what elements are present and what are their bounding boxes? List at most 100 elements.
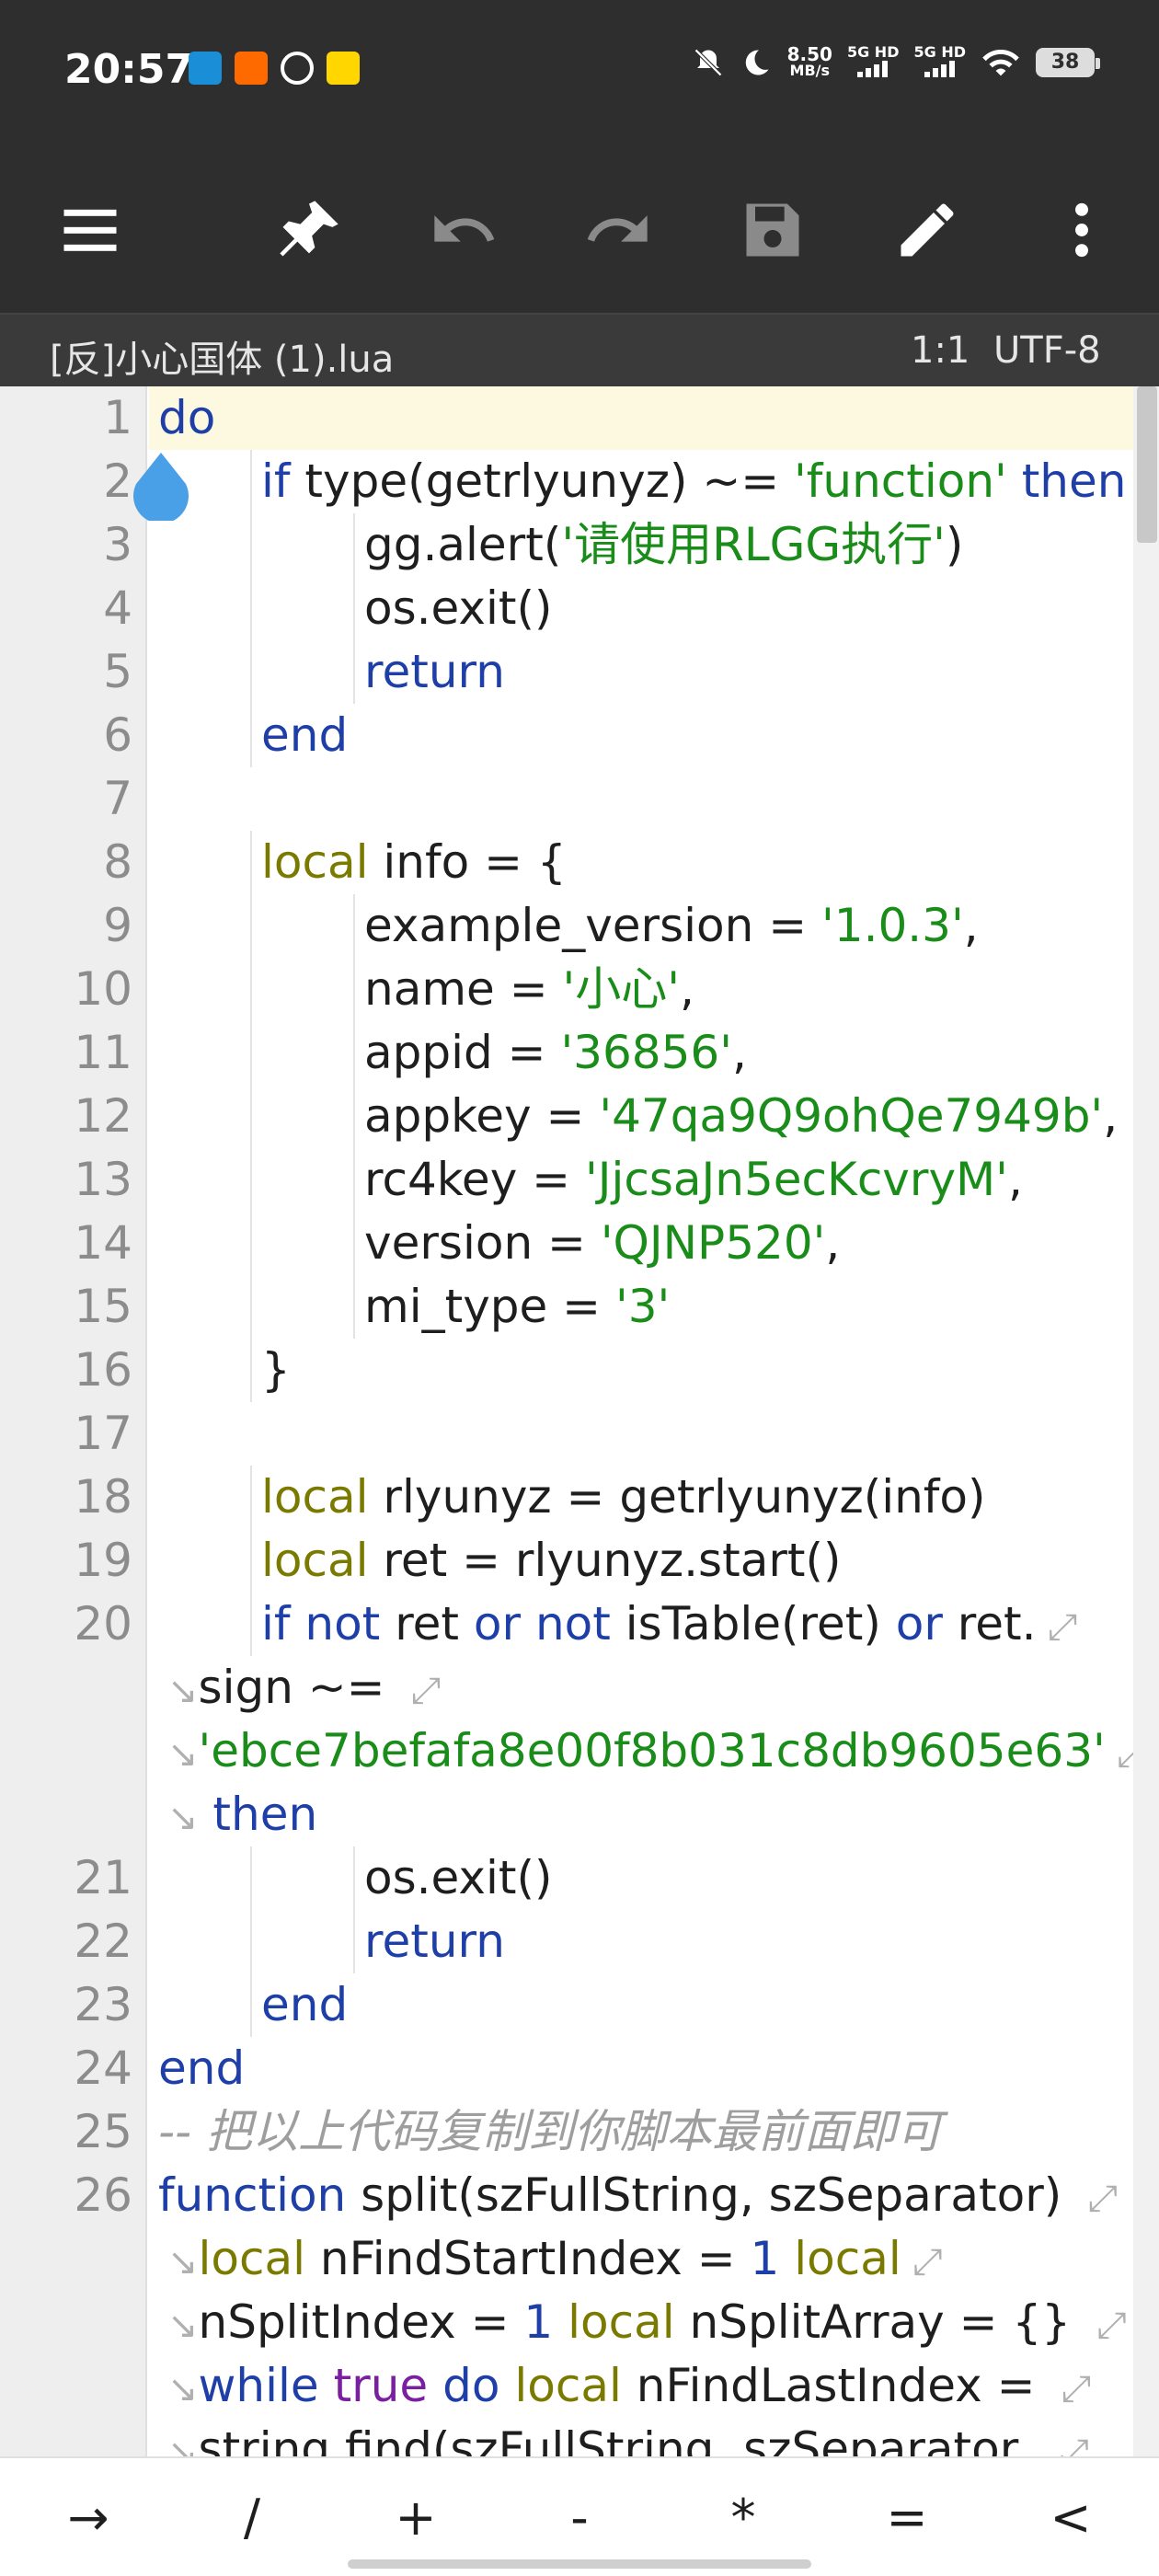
code-token: } — [261, 1343, 291, 1397]
symbol-key[interactable]: < — [1016, 2477, 1126, 2559]
code-token: rc4key = — [364, 1153, 585, 1206]
code-line[interactable]: 8 local info = { — [0, 831, 1159, 894]
app-notification-icon — [327, 52, 360, 85]
editor-toolbar — [0, 147, 1159, 313]
code-line[interactable]: 11 appid = '36856', — [0, 1021, 1159, 1085]
code-token: nSplitArray = {} — [674, 2295, 1085, 2349]
symbol-key[interactable]: → — [33, 2477, 143, 2559]
symbol-key[interactable]: = — [852, 2477, 962, 2559]
clock: 20:57 — [64, 46, 194, 93]
code-text: local ret = rlyunyz.start() — [261, 1529, 842, 1593]
code-token: appkey = — [364, 1089, 600, 1143]
cursor-handle-icon[interactable] — [129, 447, 193, 521]
code-line[interactable]: 24 end — [0, 2037, 1159, 2100]
code-line[interactable]: 1 do — [0, 386, 1159, 450]
line-number: 23 — [74, 1978, 132, 2031]
more-options-button[interactable] — [1036, 184, 1128, 276]
code-token: 1 — [523, 2295, 554, 2349]
code-token: , — [679, 962, 694, 1016]
code-line[interactable]: ↘nSplitIndex = 1 local nSplitArray = {} … — [0, 2291, 1159, 2354]
mute-icon — [694, 48, 722, 77]
indent-guide — [250, 894, 252, 958]
code-text: end — [158, 2037, 245, 2100]
code-token: not — [534, 1597, 611, 1650]
code-line[interactable]: 25 -- 把以上代码复制到你脚本最前面即可 — [0, 2100, 1159, 2164]
redo-button[interactable] — [572, 184, 664, 276]
code-line[interactable]: 3 gg.alert('请使用RLGG执行') — [0, 513, 1159, 577]
file-encoding[interactable]: UTF-8 — [993, 329, 1101, 372]
code-line[interactable]: ↘local nFindStartIndex = 1 local ⤢ — [0, 2227, 1159, 2291]
indent-guide — [250, 1593, 252, 1656]
indent-guide — [250, 1148, 252, 1212]
code-line[interactable]: 9 example_version = '1.0.3', — [0, 894, 1159, 958]
gesture-nav-bar[interactable] — [348, 2559, 811, 2569]
code-line[interactable]: 7 — [0, 767, 1159, 831]
indent-guide — [250, 1339, 252, 1402]
code-line[interactable]: 13 rc4key = 'JjcsaJn5ecKcvryM', — [0, 1148, 1159, 1212]
cursor-position: 1:1 — [911, 329, 970, 372]
menu-icon — [63, 209, 117, 251]
code-line[interactable]: 17 — [0, 1402, 1159, 1466]
indent-guide — [250, 831, 252, 894]
symbol-key[interactable]: + — [361, 2477, 471, 2559]
indent-guide — [250, 704, 252, 767]
symbol-key[interactable]: * — [688, 2477, 798, 2559]
edit-button[interactable] — [881, 184, 973, 276]
indent-guide — [250, 1910, 252, 1973]
code-line[interactable]: ↘'ebce7befafa8e00f8b031c8db9605e63' ⤢ — [0, 1719, 1159, 1783]
code-text: rc4key = 'JjcsaJn5ecKcvryM', — [364, 1148, 1023, 1212]
code-text: appkey = '47qa9Q9ohQe7949b', — [364, 1085, 1118, 1148]
code-line[interactable]: 19 local ret = rlyunyz.start() — [0, 1529, 1159, 1593]
code-token: os.exit() — [364, 1851, 553, 1904]
code-line[interactable]: 16} — [0, 1339, 1159, 1402]
code-line[interactable]: 20 if not ret or not isTable(ret) or ret.… — [0, 1593, 1159, 1656]
code-line[interactable]: 4 os.exit() — [0, 577, 1159, 640]
code-token: or — [473, 1597, 522, 1650]
line-number: 18 — [74, 1470, 132, 1524]
app-notification-icon — [281, 52, 314, 85]
line-number: 19 — [74, 1534, 132, 1587]
indent-guide — [353, 577, 355, 640]
code-text: function split(szFullString, szSeparator… — [158, 2164, 1118, 2231]
signal-2-label: 5G HD — [913, 43, 966, 61]
more-vert-icon — [1075, 202, 1088, 258]
code-token: '36856' — [560, 1026, 732, 1079]
wrap-break-icon: ⤢ — [901, 2241, 943, 2283]
signal-1-label: 5G HD — [846, 43, 900, 61]
code-line[interactable]: ↘ then — [0, 1783, 1159, 1846]
code-line[interactable]: 10 name = '小心', — [0, 958, 1159, 1021]
code-line[interactable]: ↘string.find(szFullString, szSeparator, … — [0, 2418, 1159, 2456]
code-token: 'QJNP520' — [600, 1216, 826, 1270]
code-line[interactable]: 6 end — [0, 704, 1159, 767]
code-line[interactable]: 5 return — [0, 640, 1159, 704]
symbol-key[interactable]: - — [524, 2477, 635, 2559]
menu-button[interactable] — [44, 184, 136, 276]
indent-guide — [353, 1910, 355, 1973]
app-notification-icon — [189, 52, 222, 85]
code-text: version = 'QJNP520', — [364, 1212, 840, 1275]
code-line[interactable]: 21 os.exit() — [0, 1846, 1159, 1910]
save-button[interactable] — [727, 184, 819, 276]
code-token: local — [261, 1470, 369, 1524]
code-line[interactable]: ↘while true do local nFindLastIndex = ⤢ — [0, 2354, 1159, 2418]
code-line[interactable]: ↘sign ~= ⤢ — [0, 1656, 1159, 1719]
code-line[interactable]: 26 function split(szFullString, szSeparat… — [0, 2164, 1159, 2227]
indent-guide — [250, 450, 252, 513]
code-editor[interactable]: 1 do 2 if type(getrlyunyz) ~= 'function' th… — [0, 386, 1159, 2456]
code-line[interactable]: 18 local rlyunyz = getrlyunyz(info) — [0, 1466, 1159, 1529]
code-line[interactable]: 15 mi_type = '3' — [0, 1275, 1159, 1339]
code-line[interactable]: 12 appkey = '47qa9Q9ohQe7949b', — [0, 1085, 1159, 1148]
symbol-key[interactable]: / — [197, 2477, 307, 2559]
undo-button[interactable] — [418, 184, 510, 276]
code-token: os.exit() — [364, 581, 553, 635]
scrollbar-track[interactable] — [1133, 386, 1159, 2456]
code-line[interactable]: 14 version = 'QJNP520', — [0, 1212, 1159, 1275]
code-line[interactable]: 22 return — [0, 1910, 1159, 1973]
pin-button[interactable] — [263, 184, 355, 276]
indent-guide — [250, 513, 252, 577]
scrollbar-thumb[interactable] — [1137, 386, 1157, 543]
wrap-break-icon: ⤢ — [1050, 2368, 1092, 2410]
code-line[interactable]: 23 end — [0, 1973, 1159, 2037]
